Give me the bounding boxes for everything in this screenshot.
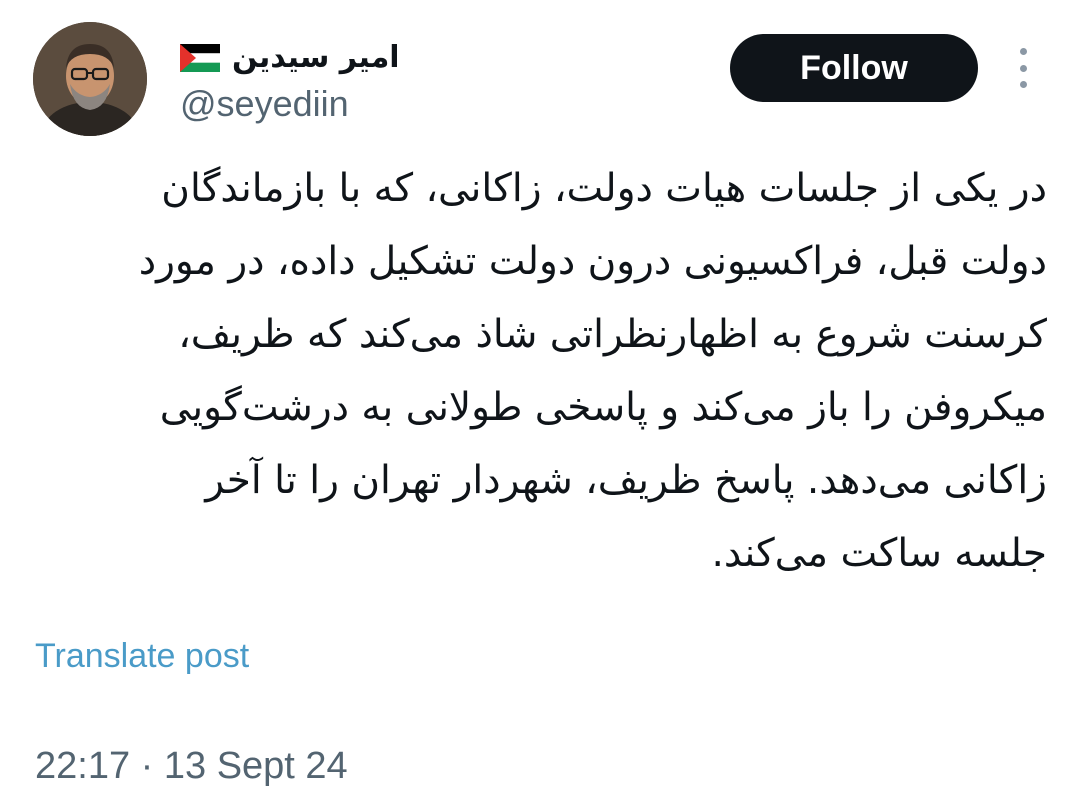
more-dot <box>1019 48 1027 55</box>
avatar[interactable] <box>33 22 147 136</box>
author-handle[interactable]: @seyediin <box>180 80 349 128</box>
more-vertical-icon[interactable] <box>1008 48 1038 88</box>
more-dot <box>1019 81 1027 88</box>
author-name-row[interactable]: امیر سیدین <box>180 36 400 80</box>
post-timestamp[interactable]: 22:17 · 13 Sept 24 <box>35 741 348 791</box>
tweet-text: در یکی از جلسات هیات دولت، زاکانی، که با… <box>30 152 1047 590</box>
translate-post-link[interactable]: Translate post <box>35 632 249 680</box>
tweet-line: کرسنت شروع به اظهارنظراتی شاذ می‌کند که … <box>178 312 1047 357</box>
palestine-flag-icon <box>180 44 220 72</box>
author-display-name[interactable]: امیر سیدین <box>232 36 400 80</box>
tweet-line: در یکی از جلسات هیات دولت، زاکانی، که با… <box>161 166 1047 211</box>
profile-photo <box>33 22 147 136</box>
more-dot <box>1019 64 1027 72</box>
follow-button[interactable]: Follow <box>730 34 978 102</box>
tweet-line: زاکانی می‌دهد. پاسخ ظریف، شهردار تهران ر… <box>205 458 1047 503</box>
tweet-line: جلسه ساکت می‌کند. <box>711 531 1047 576</box>
tweet-line: دولت قبل، فراکسیونی درون دولت تشکیل داده… <box>138 239 1047 284</box>
tweet-line: میکروفن را باز می‌کند و پاسخی طولانی به … <box>159 385 1047 430</box>
